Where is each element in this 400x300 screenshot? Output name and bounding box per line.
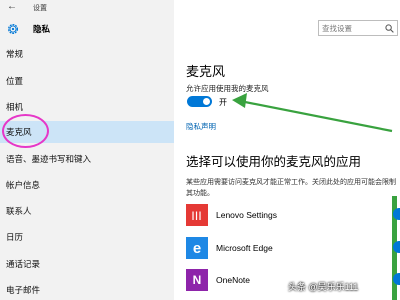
privacy-statement-link[interactable]: 隐私声明 xyxy=(186,121,216,132)
sidebar-item-label: 联系人 xyxy=(6,206,32,216)
annotation-circle xyxy=(2,114,49,148)
app-toggle-lenovo-settings[interactable] xyxy=(393,208,400,220)
app-toggle-onenote[interactable] xyxy=(393,273,400,285)
settings-home[interactable]: 隐私 xyxy=(6,20,50,38)
choose-apps-heading: 选择可以使用你的麦克风的应用 xyxy=(186,155,362,169)
microphone-toggle[interactable] xyxy=(187,96,212,107)
window-title: 设置 xyxy=(33,5,47,12)
gear-icon xyxy=(7,23,19,35)
sidebar-item-label: 常规 xyxy=(6,49,24,59)
app-row-lenovo-settings: ||| Lenovo Settings xyxy=(186,203,277,227)
allow-apps-label: 允许应用使用我的麦克风 xyxy=(186,84,269,93)
app-name: Lenovo Settings xyxy=(216,210,277,220)
search-icon xyxy=(385,24,394,33)
apps-description: 某些应用需要访问麦克风才能正常工作。关闭此处的应用可能会限制其功能。 xyxy=(186,179,396,197)
sidebar-item-label: 帐户信息 xyxy=(6,180,41,190)
title-bar: ← 设置 xyxy=(0,0,400,14)
toggle-knob xyxy=(203,98,210,105)
search-placeholder: 查找设置 xyxy=(322,23,352,33)
sidebar-item-label: 相机 xyxy=(6,102,24,112)
sidebar-item-call-history[interactable]: 通话记录 xyxy=(0,253,174,275)
edge-icon: e xyxy=(186,237,208,259)
watermark: 头条 @吴乐乐111 xyxy=(288,282,359,292)
sidebar-item-general[interactable]: 常规 xyxy=(0,43,174,65)
sidebar-item-email[interactable]: 电子邮件 xyxy=(0,279,174,300)
app-toggle-microsoft-edge[interactable] xyxy=(393,241,400,253)
page-title: 隐私 xyxy=(33,24,51,34)
section-title-microphone: 麦克风 xyxy=(186,64,226,79)
toggle-state-label: 开 xyxy=(219,98,227,107)
sidebar-item-label: 位置 xyxy=(6,76,24,86)
sidebar-item-label: 电子邮件 xyxy=(6,285,41,295)
app-row-microsoft-edge: e Microsoft Edge xyxy=(186,236,273,260)
sidebar-item-contacts[interactable]: 联系人 xyxy=(0,200,174,222)
app-name: Microsoft Edge xyxy=(216,243,273,253)
onenote-icon: N xyxy=(186,269,208,291)
app-row-onenote: N OneNote xyxy=(186,268,250,292)
search-input[interactable]: 查找设置 xyxy=(318,20,398,36)
app-name: OneNote xyxy=(216,275,251,285)
lenovo-settings-icon: ||| xyxy=(186,204,208,226)
back-button[interactable]: ← xyxy=(7,1,17,12)
sidebar-item-label: 语音、墨迹书写和键入 xyxy=(6,154,92,164)
sidebar-item-label: 通话记录 xyxy=(6,259,41,269)
sidebar-item-location[interactable]: 位置 xyxy=(0,70,174,92)
sidebar-item-speech-inking-typing[interactable]: 语音、墨迹书写和键入 xyxy=(0,148,174,170)
sidebar-item-label: 日历 xyxy=(6,232,24,242)
sidebar-item-calendar[interactable]: 日历 xyxy=(0,226,174,248)
sidebar-item-account-info[interactable]: 帐户信息 xyxy=(0,174,174,196)
